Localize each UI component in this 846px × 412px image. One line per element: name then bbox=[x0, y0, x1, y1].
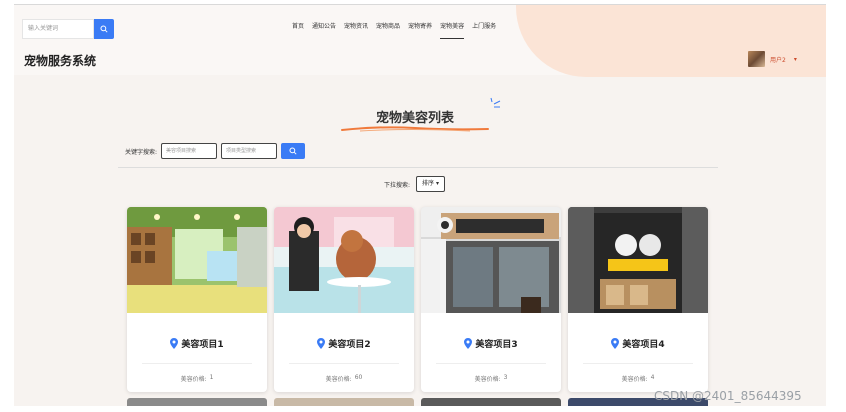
card-name: 美容项目3 bbox=[475, 340, 518, 350]
nav-item-home-service[interactable]: 上门服务 bbox=[472, 21, 496, 39]
sparkle-decoration-icon bbox=[490, 97, 501, 108]
card-title-row: 美容项目2 bbox=[274, 337, 414, 350]
filter-search-button[interactable] bbox=[281, 143, 306, 159]
nav-item-notices[interactable]: 通知公告 bbox=[312, 21, 336, 39]
divider bbox=[118, 167, 718, 168]
card-price-row: 美容价格: 1 bbox=[127, 374, 267, 383]
card-divider bbox=[436, 363, 546, 364]
page-frame: 输入关键词 宠物服务系统 首页 通知公告 宠物资讯 宠物商品 宠物寄养 宠物美容… bbox=[14, 4, 826, 406]
card-image-grooming-room bbox=[127, 207, 267, 313]
user-name: 用户2 bbox=[770, 56, 786, 64]
next-card-row bbox=[127, 398, 717, 406]
location-pin-icon bbox=[464, 338, 473, 349]
project-type-search-input[interactable]: 项目类型搜索 bbox=[221, 143, 278, 159]
keyword-search-label: 关键字搜索: bbox=[125, 148, 158, 156]
card-price-label: 美容价格: bbox=[474, 376, 501, 383]
card-divider bbox=[142, 363, 252, 364]
search-icon bbox=[100, 25, 108, 33]
card-price-value: 1 bbox=[209, 374, 214, 381]
sort-row: 下拉搜索: 排序 ▾ bbox=[384, 176, 445, 192]
caret-down-icon: ▾ bbox=[793, 55, 797, 63]
sort-dropdown-button[interactable]: 排序 ▾ bbox=[416, 176, 445, 192]
grooming-card-partial[interactable] bbox=[421, 398, 561, 406]
grooming-card[interactable]: 美容项目4 美容价格: 4 bbox=[568, 207, 708, 392]
card-price-row: 美容价格: 3 bbox=[421, 374, 561, 383]
card-image-groomer-with-poodle bbox=[274, 207, 414, 313]
card-price-label: 美容价格: bbox=[325, 376, 352, 383]
nav-item-home[interactable]: 首页 bbox=[292, 21, 304, 39]
main-nav: 首页 通知公告 宠物资讯 宠物商品 宠物寄养 宠物美容 上门服务 bbox=[292, 21, 496, 39]
card-image-pet-shop-storefront bbox=[421, 207, 561, 313]
card-price-row: 美容价格: 4 bbox=[568, 374, 708, 383]
search-filter-row: 关键字搜索: 美容项目搜索 项目类型搜索 bbox=[125, 143, 306, 159]
card-divider bbox=[583, 363, 693, 364]
page-title: 宠物美容列表 bbox=[376, 111, 455, 126]
card-price-row: 美容价格: 60 bbox=[274, 374, 414, 383]
grooming-card-partial[interactable] bbox=[127, 398, 267, 406]
grooming-card[interactable]: 美容项目2 美容价格: 60 bbox=[274, 207, 414, 392]
location-pin-icon bbox=[611, 338, 620, 349]
grooming-card-partial[interactable] bbox=[274, 398, 414, 406]
nav-item-pet-news[interactable]: 宠物资讯 bbox=[344, 21, 368, 39]
avatar bbox=[748, 51, 765, 67]
card-title-row: 美容项目1 bbox=[127, 337, 267, 350]
card-divider bbox=[289, 363, 399, 364]
search-icon bbox=[289, 147, 297, 155]
card-title-row: 美容项目3 bbox=[421, 337, 561, 350]
header-search-input[interactable]: 输入关键词 bbox=[22, 19, 94, 39]
card-price-label: 美容价格: bbox=[621, 376, 648, 383]
card-name: 美容项目2 bbox=[328, 340, 371, 350]
grooming-card[interactable]: 美容项目3 美容价格: 3 bbox=[421, 207, 561, 392]
dropdown-search-label: 下拉搜索: bbox=[384, 181, 411, 189]
card-price-value: 60 bbox=[354, 374, 363, 381]
card-price-value: 4 bbox=[650, 374, 655, 381]
card-image-grooming-shop-entrance bbox=[568, 207, 708, 313]
card-name: 美容项目1 bbox=[181, 340, 224, 350]
caret-down-icon: ▾ bbox=[435, 180, 439, 187]
main-content: 宠物美容列表 关键字搜索: 美容项目搜索 项目类型搜索 下拉搜索: 排序 ▾ 美… bbox=[118, 95, 718, 406]
header-search-button[interactable] bbox=[94, 19, 114, 39]
location-pin-icon bbox=[317, 338, 326, 349]
card-price-value: 3 bbox=[503, 374, 508, 381]
site-title: 宠物服务系统 bbox=[24, 54, 97, 68]
nav-item-pet-products[interactable]: 宠物商品 bbox=[376, 21, 400, 39]
user-menu[interactable]: 用户2 ▾ bbox=[748, 51, 797, 67]
project-name-search-input[interactable]: 美容项目搜索 bbox=[161, 143, 218, 159]
nav-item-pet-boarding[interactable]: 宠物寄养 bbox=[408, 21, 432, 39]
grooming-card[interactable]: 美容项目1 美容价格: 1 bbox=[127, 207, 267, 392]
site-header: 输入关键词 宠物服务系统 首页 通知公告 宠物资讯 宠物商品 宠物寄养 宠物美容… bbox=[14, 5, 826, 77]
nav-item-pet-grooming[interactable]: 宠物美容 bbox=[440, 21, 465, 39]
title-brush-underline bbox=[341, 126, 489, 132]
card-name: 美容项目4 bbox=[622, 340, 665, 350]
card-price-label: 美容价格: bbox=[180, 376, 207, 383]
watermark-text: CSDN @2401_85644395 bbox=[654, 389, 802, 403]
location-pin-icon bbox=[170, 338, 179, 349]
sort-button-label: 排序 bbox=[422, 180, 435, 187]
card-title-row: 美容项目4 bbox=[568, 337, 708, 350]
